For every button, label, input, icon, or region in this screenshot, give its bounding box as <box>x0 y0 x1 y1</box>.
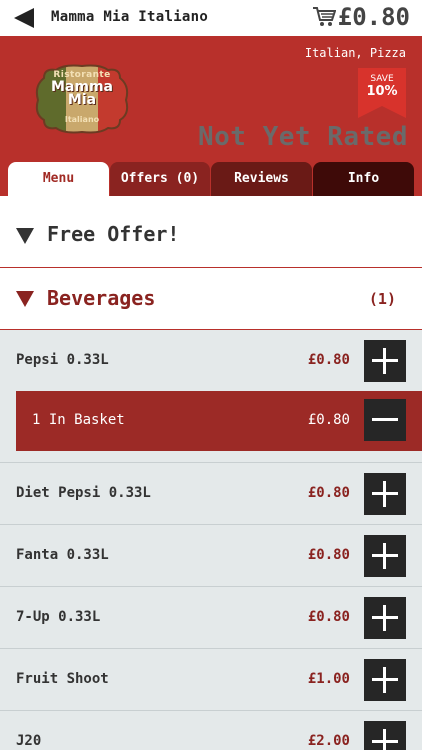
tab-reviews[interactable]: Reviews <box>211 162 312 196</box>
plus-icon-vertical <box>383 481 386 507</box>
item-name: Fruit Shoot <box>16 671 109 687</box>
save-badge-percent: 10% <box>366 84 398 99</box>
plus-icon-vertical <box>383 667 386 693</box>
plus-icon-vertical <box>383 543 386 569</box>
item-name: Fanta 0.33L <box>16 547 109 563</box>
collapse-triangle-icon <box>16 228 34 244</box>
restaurant-title: Mamma Mia Italiano <box>51 9 209 25</box>
plus-icon-vertical <box>383 729 386 750</box>
logo-text-main: Mamma Mia <box>34 80 130 108</box>
add-item-button[interactable] <box>364 721 406 750</box>
menu-item-row: 7-Up 0.33L £0.80 <box>0 587 422 649</box>
tab-info[interactable]: Info <box>313 162 414 196</box>
section-beverages[interactable]: Beverages (1) <box>0 268 422 330</box>
logo-text: Ristorante Mamma Mia Italiano <box>34 64 130 134</box>
menu-item-row: Fruit Shoot £1.00 <box>0 649 422 711</box>
item-name: 7-Up 0.33L <box>16 609 101 625</box>
menu-item-row: Fanta 0.33L £0.80 <box>0 525 422 587</box>
tab-bar: Menu Offers (0) Reviews Info <box>0 162 422 196</box>
add-item-button[interactable] <box>364 340 406 382</box>
section-title: Beverages <box>47 286 156 310</box>
basket-row-container: 1 In Basket £0.80 <box>0 391 422 463</box>
in-basket-label: 1 In Basket <box>32 412 125 428</box>
item-name: J20 <box>16 733 42 749</box>
add-item-button[interactable] <box>364 659 406 701</box>
in-basket-price: £0.80 <box>307 412 350 428</box>
cuisine-label: Italian, Pizza <box>304 46 406 60</box>
add-item-button[interactable] <box>364 535 406 577</box>
menu-item-row: Pepsi 0.33L £0.80 <box>0 330 422 392</box>
item-name: Diet Pepsi 0.33L <box>16 485 151 501</box>
item-price: £0.80 <box>307 485 350 501</box>
item-name: Pepsi 0.33L <box>16 352 109 368</box>
menu-item-row: Diet Pepsi 0.33L £0.80 <box>0 463 422 525</box>
logo-text-bottom: Italiano <box>64 115 100 124</box>
add-item-button[interactable] <box>364 473 406 515</box>
expand-triangle-icon <box>16 291 34 307</box>
add-item-button[interactable] <box>364 597 406 639</box>
rating-text: Not Yet Rated <box>198 122 408 152</box>
cart-total[interactable]: £0.80 <box>338 3 410 31</box>
item-price: £2.00 <box>307 733 350 749</box>
logo-text-line2: Mia <box>67 92 97 108</box>
item-price: £1.00 <box>307 671 350 687</box>
item-price: £0.80 <box>307 609 350 625</box>
plus-icon-vertical <box>383 348 386 374</box>
in-basket-row: 1 In Basket £0.80 <box>16 391 422 451</box>
shopping-cart-icon[interactable] <box>312 6 336 28</box>
section-count: (1) <box>368 290 396 308</box>
item-price: £0.80 <box>307 547 350 563</box>
save-badge-label: SAVE <box>370 74 394 84</box>
tab-menu[interactable]: Menu <box>8 162 109 196</box>
remove-item-button[interactable] <box>364 399 406 441</box>
section-free-offer[interactable]: Free Offer! <box>0 196 422 268</box>
minus-icon <box>372 418 398 421</box>
section-title: Free Offer! <box>47 222 180 246</box>
back-arrow-icon[interactable] <box>14 8 36 28</box>
menu-item-row: J20 £2.00 <box>0 711 422 750</box>
tab-offers[interactable]: Offers (0) <box>110 162 210 196</box>
plus-icon-vertical <box>383 605 386 631</box>
item-price: £0.80 <box>307 352 350 368</box>
top-bar: Mamma Mia Italiano £0.80 <box>0 0 422 36</box>
